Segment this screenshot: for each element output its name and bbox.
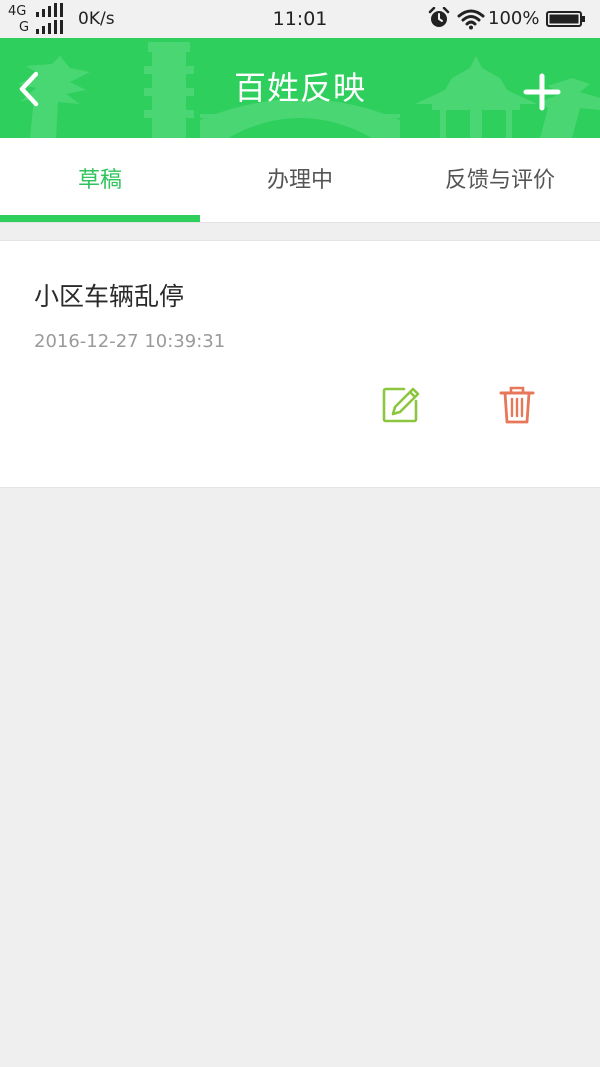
page-title: 百姓反映 [233, 69, 366, 107]
alarm-icon [428, 7, 450, 27]
draft-timestamp: 2016-12-27 10:39:31 [34, 331, 226, 352]
tab-in-progress[interactable]: 办理中 [200, 138, 400, 222]
battery-percent: 100% [488, 8, 540, 29]
tab-drafts[interactable]: 草稿 [0, 138, 200, 222]
battery-icon [546, 11, 585, 27]
status-bar: 4G G 0K/s 11:01 100% [0, 0, 600, 38]
tab-feedback[interactable]: 反馈与评价 [400, 138, 600, 222]
tab-bar: 草稿 办理中 反馈与评价 [0, 138, 600, 223]
draft-title: 小区车辆乱停 [34, 282, 185, 311]
wifi-icon [457, 9, 485, 30]
edit-icon[interactable] [380, 385, 420, 425]
list-item[interactable]: 小区车辆乱停 2016-12-27 10:39:31 [0, 240, 600, 488]
add-button[interactable] [520, 70, 564, 114]
delete-button[interactable] [499, 385, 535, 425]
active-tab-indicator [0, 215, 200, 222]
app-header: 百姓反映 [0, 38, 600, 138]
